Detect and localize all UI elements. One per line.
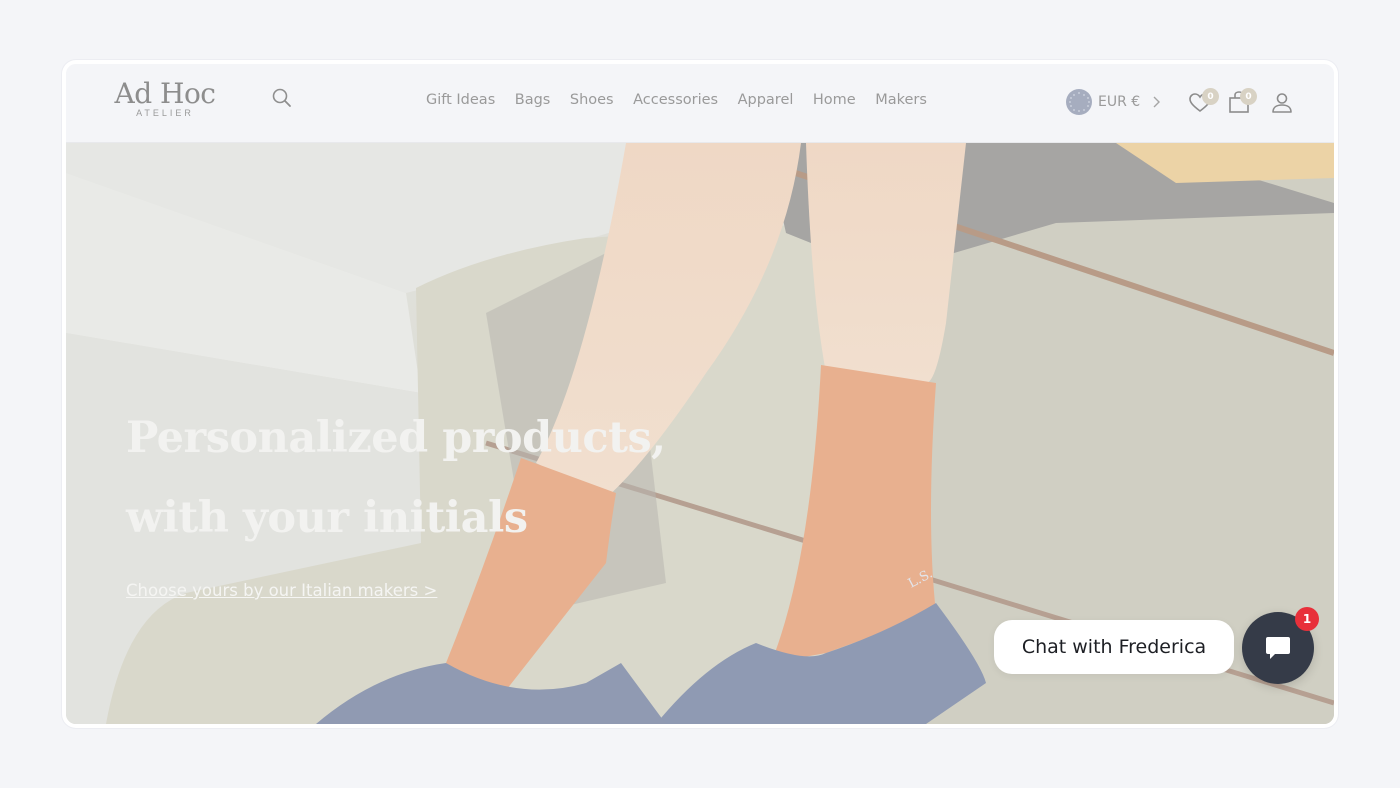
main-nav: Gift Ideas Bags Shoes Accessories Appare… xyxy=(426,92,946,108)
chat-with-agent-button[interactable]: Chat with Frederica xyxy=(994,620,1234,674)
chevron-right-icon xyxy=(1153,96,1161,108)
site-header: Ad Hoc ATELIER Gift Ideas Bags Shoes Acc… xyxy=(66,64,1334,143)
wishlist-count-badge: 0 xyxy=(1202,88,1219,105)
user-icon xyxy=(1272,93,1292,113)
currency-selector[interactable]: EUR € xyxy=(1066,89,1162,115)
nav-item-makers[interactable]: Makers xyxy=(875,92,927,108)
chat-bubble-icon xyxy=(1266,637,1290,659)
browser-frame: Ad Hoc ATELIER Gift Ideas Bags Shoes Acc… xyxy=(62,60,1338,728)
hero-title-line-1: Personalized products, xyxy=(126,413,666,463)
nav-item-apparel[interactable]: Apparel xyxy=(738,92,794,108)
chat-unread-badge: 1 xyxy=(1295,607,1319,631)
nav-item-bags[interactable]: Bags xyxy=(515,92,551,108)
logo[interactable]: Ad Hoc ATELIER xyxy=(110,77,220,119)
hero-cta-link[interactable]: Choose yours by our Italian makers > xyxy=(126,581,437,600)
currency-label: EUR € xyxy=(1098,94,1141,110)
nav-item-shoes[interactable]: Shoes xyxy=(570,92,614,108)
hero-title-line-2: with your initials xyxy=(126,493,528,543)
search-button[interactable] xyxy=(270,86,294,110)
search-icon xyxy=(272,88,291,107)
nav-item-accessories[interactable]: Accessories xyxy=(633,92,718,108)
nav-item-home[interactable]: Home xyxy=(813,92,856,108)
logo-wordmark: Ad Hoc xyxy=(114,77,216,110)
hero-title: Personalized products, with your initial… xyxy=(126,398,666,558)
eu-flag-icon xyxy=(1066,89,1092,115)
account-button[interactable] xyxy=(1271,92,1293,114)
cart-count-badge: 0 xyxy=(1240,88,1257,105)
nav-item-gift-ideas[interactable]: Gift Ideas xyxy=(426,92,495,108)
hero-banner: L.S. Personalized products, with your in… xyxy=(66,143,1334,724)
website: Ad Hoc ATELIER Gift Ideas Bags Shoes Acc… xyxy=(66,64,1334,724)
